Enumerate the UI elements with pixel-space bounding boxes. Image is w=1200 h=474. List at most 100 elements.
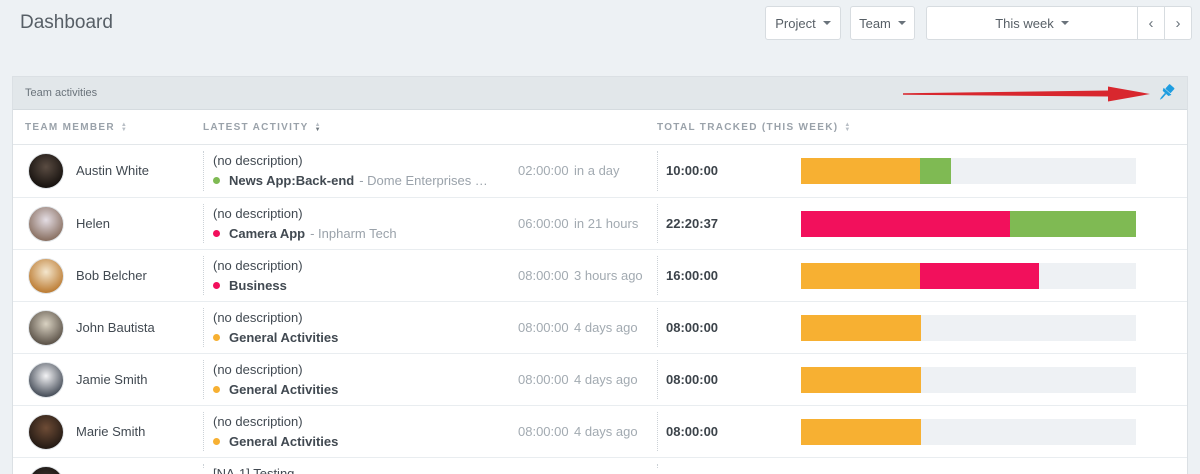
tracked-time-bar-segment (801, 158, 920, 184)
next-period-button[interactable]: › (1164, 6, 1192, 40)
activity-relative-time: 4 days ago (574, 372, 638, 387)
avatar (28, 466, 64, 474)
activity-description: (no description) (213, 362, 303, 377)
activity-time: 08:00:00 (518, 372, 569, 387)
activity-project-line: General Activities (213, 382, 343, 397)
activity-time: 08:00:00 (518, 268, 569, 283)
project-name: General Activities (229, 330, 339, 345)
project-name: Camera App (229, 226, 306, 241)
client-name: - Inpharm Tech (310, 226, 397, 241)
project-name: Business (229, 278, 287, 293)
activity-project-line: News App:Back-end - Dome Enterprises … (213, 173, 488, 188)
avatar (28, 153, 64, 189)
column-divider (657, 256, 658, 295)
column-divider (203, 360, 204, 399)
total-tracked: 08:00:00 (666, 372, 719, 387)
column-divider (657, 204, 658, 243)
tracked-time-bar-segment (920, 263, 1039, 289)
tracked-time-bar (801, 315, 1136, 341)
activity-relative-time: 4 days ago (574, 320, 638, 335)
period-dropdown[interactable]: This week (926, 6, 1138, 40)
tracked-time-bar-segment (801, 315, 921, 341)
table-row[interactable]: Austin White (no description) News App:B… (13, 145, 1187, 197)
tracked-time-bar-segment (1010, 211, 1136, 237)
table-row[interactable]: John Bautista (no description) General A… (13, 301, 1187, 353)
date-range-controls: This week ‹ › (926, 6, 1192, 40)
member-name: Helen (76, 216, 110, 231)
activity-description: (no description) (213, 153, 303, 168)
column-header-label: LATEST ACTIVITY (203, 122, 309, 133)
avatar (28, 258, 64, 294)
previous-period-button[interactable]: ‹ (1137, 6, 1165, 40)
column-header-label: TOTAL TRACKED (THIS WEEK) (657, 122, 839, 133)
tracked-time-bar (801, 367, 1136, 393)
tracked-time-bar-segment (801, 211, 1010, 237)
project-dropdown[interactable]: Project (765, 6, 841, 40)
table-row[interactable]: Bob Belcher (no description) Business 08… (13, 249, 1187, 301)
team-dropdown-label: Team (859, 15, 891, 31)
project-dropdown-label: Project (775, 15, 816, 31)
annotation-arrow (903, 86, 1150, 102)
tracked-time-bar (801, 419, 1136, 445)
page-title: Dashboard (20, 12, 113, 33)
activity-project-line: General Activities (213, 330, 343, 345)
activity-time: 06:00:00 (518, 216, 569, 231)
column-header-total-tracked-this-week-[interactable]: TOTAL TRACKED (THIS WEEK) ▲ ▼ (657, 110, 850, 145)
activity-relative-time: in a day (574, 163, 620, 178)
member-name: Austin White (76, 163, 149, 178)
table-row[interactable]: Jamie Smith (no description) General Act… (13, 353, 1187, 405)
tracked-time-bar-segment (801, 263, 920, 289)
tracked-time-bar (801, 211, 1136, 237)
column-divider (203, 204, 204, 243)
avatar (28, 362, 64, 398)
table-body: Austin White (no description) News App:B… (13, 145, 1187, 474)
column-divider (203, 151, 204, 191)
panel-header: Team activities (13, 77, 1187, 110)
total-tracked: 10:00:00 (666, 163, 719, 178)
activity-time: 08:00:00 (518, 320, 569, 335)
member-name: John Bautista (76, 320, 155, 335)
tracked-time-bar-segment (920, 158, 951, 184)
table-row[interactable]: Helen (no description) Camera App - Inph… (13, 197, 1187, 249)
project-color-dot-icon (213, 334, 220, 341)
project-color-dot-icon (213, 230, 220, 237)
activity-description: (no description) (213, 310, 303, 325)
chevron-down-icon (1060, 21, 1069, 25)
table-row[interactable]: [NA-1] Testing (13, 457, 1187, 474)
activity-description: (no description) (213, 206, 303, 221)
tracked-time-bar (801, 158, 1136, 184)
pin-icon[interactable] (1155, 82, 1177, 104)
member-name: Marie Smith (76, 424, 146, 439)
sort-icon: ▲ ▼ (314, 121, 321, 133)
chevron-down-icon (822, 21, 831, 25)
sort-icon: ▲ ▼ (844, 121, 851, 133)
project-color-dot-icon (213, 386, 220, 393)
period-dropdown-label: This week (995, 15, 1054, 31)
activity-relative-time: in 21 hours (574, 216, 639, 231)
column-divider (657, 308, 658, 347)
project-name: News App:Back-end (229, 173, 355, 188)
project-color-dot-icon (213, 438, 220, 445)
column-header-latest-activity[interactable]: LATEST ACTIVITY ▲ ▼ (203, 110, 321, 145)
tracked-time-bar (801, 263, 1136, 289)
activity-time: 08:00:00 (518, 424, 569, 439)
project-name: General Activities (229, 382, 339, 397)
client-name: - Dome Enterprises … (359, 173, 488, 188)
team-dropdown[interactable]: Team (850, 6, 915, 40)
table-row[interactable]: Marie Smith (no description) General Act… (13, 405, 1187, 457)
project-color-dot-icon (213, 282, 220, 289)
table-header-row: TEAM MEMBER ▲ ▼ LATEST ACTIVITY ▲ ▼ TOTAL TRAC… (13, 110, 1187, 145)
member-name: Bob Belcher (76, 268, 147, 283)
chevron-down-icon (897, 21, 906, 25)
activity-project-line: Business (213, 278, 292, 293)
chevron-left-icon: ‹ (1148, 14, 1154, 32)
column-header-team-member[interactable]: TEAM MEMBER ▲ ▼ (25, 110, 127, 145)
activity-relative-time: 4 days ago (574, 424, 638, 439)
column-divider (657, 360, 658, 399)
column-divider (657, 464, 658, 468)
activity-description: [NA-1] Testing (213, 466, 295, 474)
column-divider (203, 308, 204, 347)
activity-time: 02:00:00 (518, 163, 569, 178)
activity-project-line: Camera App - Inpharm Tech (213, 226, 397, 241)
avatar (28, 414, 64, 450)
